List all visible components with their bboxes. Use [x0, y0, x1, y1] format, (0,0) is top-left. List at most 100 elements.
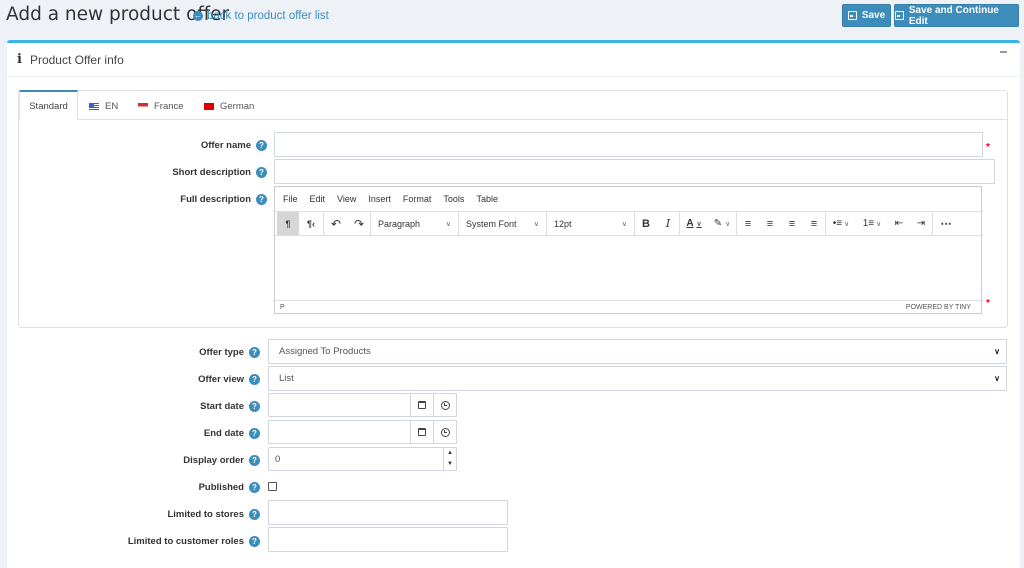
- end-date-input[interactable]: [268, 420, 457, 444]
- ltr-icon[interactable]: ¶: [277, 212, 299, 235]
- published-checkbox[interactable]: [268, 482, 277, 491]
- menu-tools[interactable]: Tools: [443, 194, 464, 204]
- indent-icon[interactable]: ⇥: [910, 212, 932, 235]
- italic-icon[interactable]: I: [657, 212, 679, 235]
- highlight-color-icon[interactable]: ✎ ∨: [708, 212, 736, 235]
- save-button-label: Save: [861, 10, 886, 21]
- block-format-dropdown[interactable]: Paragraph ∨: [371, 212, 458, 235]
- card-title: Product Offer info: [29, 52, 124, 67]
- rtl-icon[interactable]: ¶‹: [299, 212, 323, 235]
- offer-name-input[interactable]: [274, 132, 983, 157]
- tab-standard[interactable]: Standard: [19, 90, 78, 120]
- language-tabs: Standard EN France German: [19, 90, 1007, 120]
- help-icon[interactable]: ?: [249, 373, 260, 385]
- undo-icon[interactable]: ↶: [324, 212, 348, 235]
- bullet-list-icon[interactable]: •≡ ∨: [826, 212, 856, 235]
- help-icon[interactable]: ?: [249, 535, 260, 547]
- label-text: Limited to stores: [167, 508, 244, 520]
- calendar-button[interactable]: [410, 421, 433, 443]
- tab-france[interactable]: France: [138, 92, 184, 120]
- help-icon[interactable]: ?: [249, 400, 260, 412]
- menu-insert[interactable]: Insert: [368, 194, 391, 204]
- more-icon[interactable]: ⋯: [933, 212, 959, 235]
- powered-by[interactable]: POWERED BY TINY: [906, 304, 971, 311]
- label-text: Full description: [180, 193, 251, 205]
- offer-name-label: Offer name ?: [100, 138, 267, 152]
- calendar-icon: [418, 401, 426, 409]
- end-date-label: End date ?: [100, 426, 260, 440]
- menu-file[interactable]: File: [283, 194, 298, 204]
- offer-type-select[interactable]: Assigned To Products ∨: [268, 339, 1007, 364]
- spin-down-icon[interactable]: ▼: [444, 459, 456, 470]
- back-to-list-link[interactable]: ← back to product offer list: [193, 10, 329, 22]
- label-text: Start date: [200, 400, 244, 412]
- help-icon[interactable]: ?: [256, 166, 267, 178]
- align-left-icon[interactable]: ≡: [737, 212, 759, 235]
- short-description-input[interactable]: [274, 159, 995, 184]
- label-text: Offer type: [199, 346, 244, 358]
- rich-text-editor[interactable]: File Edit View Insert Format Tools Table…: [274, 186, 982, 314]
- help-icon[interactable]: ?: [249, 427, 260, 439]
- back-link-label: back to product offer list: [207, 10, 329, 22]
- card-header: i Product Offer info: [7, 43, 1020, 77]
- time-button[interactable]: [433, 394, 456, 416]
- editor-menubar: File Edit View Insert Format Tools Table: [275, 187, 981, 211]
- offer-view-select[interactable]: List ∨: [268, 366, 1007, 391]
- published-label: Published ?: [100, 480, 260, 494]
- editor-statusbar: P POWERED BY TINY: [275, 300, 981, 313]
- limited-to-stores-label: Limited to stores ?: [80, 507, 260, 521]
- font-size-dropdown[interactable]: 12pt ∨: [547, 212, 634, 235]
- tab-german[interactable]: German: [204, 92, 254, 120]
- clock-icon: [440, 400, 450, 410]
- short-description-label: Short description ?: [100, 165, 267, 179]
- menu-format[interactable]: Format: [403, 194, 432, 204]
- offer-view-value: List: [279, 373, 294, 384]
- info-icon: i: [17, 52, 22, 67]
- save-continue-button[interactable]: Save and Continue Edit: [894, 4, 1019, 27]
- bold-icon[interactable]: B: [635, 212, 657, 235]
- spin-up-icon[interactable]: ▲: [444, 448, 456, 459]
- limited-to-customer-roles-select[interactable]: [268, 527, 508, 552]
- chevron-down-icon: ∨: [994, 374, 1000, 383]
- chevron-down-icon: ∨: [994, 347, 1000, 356]
- tab-label: France: [154, 100, 184, 112]
- help-icon[interactable]: ?: [249, 481, 260, 493]
- arrow-left-circle-icon: ←: [193, 11, 203, 21]
- collapse-icon[interactable]: [1000, 51, 1007, 53]
- help-icon[interactable]: ?: [249, 346, 260, 358]
- help-icon[interactable]: ?: [249, 454, 260, 466]
- text-color-icon[interactable]: A ∨: [680, 212, 708, 235]
- font-family-dropdown[interactable]: System Font ∨: [459, 212, 546, 235]
- help-icon[interactable]: ?: [249, 508, 260, 520]
- align-right-icon[interactable]: ≡: [781, 212, 803, 235]
- label-text: Published: [198, 481, 244, 493]
- calendar-button[interactable]: [410, 394, 433, 416]
- offer-type-value: Assigned To Products: [279, 346, 371, 357]
- start-date-input[interactable]: [268, 393, 457, 417]
- save-continue-label: Save and Continue Edit: [908, 4, 999, 27]
- display-order-input[interactable]: 0 ▲ ▼: [268, 447, 457, 471]
- floppy-disk-icon: [895, 11, 904, 20]
- tab-label: Standard: [29, 100, 68, 112]
- tab-en[interactable]: EN: [89, 92, 118, 120]
- save-button[interactable]: Save: [842, 4, 891, 27]
- tab-label: German: [220, 100, 255, 112]
- align-center-icon[interactable]: ≡: [759, 212, 781, 235]
- france-flag-icon: [138, 102, 148, 110]
- numbered-list-icon[interactable]: 1≡ ∨: [856, 212, 888, 235]
- limited-to-customer-roles-label: Limited to customer roles ?: [80, 534, 260, 548]
- menu-edit[interactable]: Edit: [310, 194, 326, 204]
- redo-icon[interactable]: ↷: [348, 212, 370, 235]
- number-spinner[interactable]: ▲ ▼: [443, 448, 456, 470]
- menu-table[interactable]: Table: [476, 194, 498, 204]
- help-icon[interactable]: ?: [256, 139, 267, 151]
- menu-view[interactable]: View: [337, 194, 356, 204]
- time-button[interactable]: [433, 421, 456, 443]
- outdent-icon[interactable]: ⇤: [888, 212, 910, 235]
- required-marker: *: [986, 142, 990, 153]
- limited-to-stores-select[interactable]: [268, 500, 508, 525]
- justify-icon[interactable]: ≡: [803, 212, 825, 235]
- element-path: P: [280, 303, 285, 311]
- required-marker: *: [986, 298, 990, 309]
- help-icon[interactable]: ?: [256, 193, 267, 205]
